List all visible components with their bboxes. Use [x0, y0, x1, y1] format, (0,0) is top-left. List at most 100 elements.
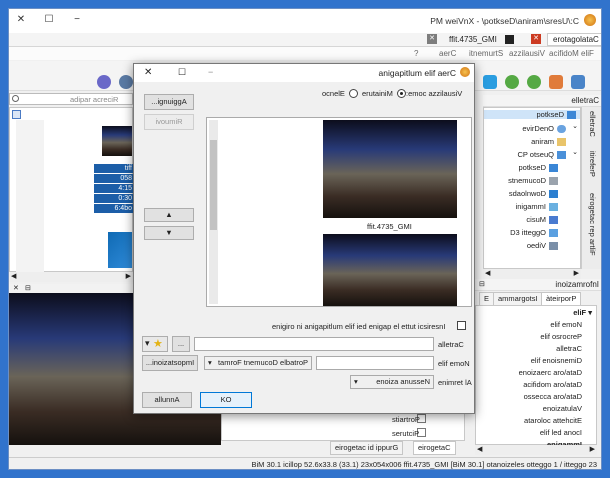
view-mode-icon[interactable] [12, 110, 21, 119]
tab-properties[interactable]: Proprietà [541, 292, 582, 306]
side-tab-favorites[interactable]: Preferiti [588, 151, 597, 177]
ok-button[interactable]: OK [200, 392, 252, 408]
remove-button[interactable]: Rimuovi [144, 114, 194, 130]
scroll-left-icon[interactable]: ◀ [477, 445, 482, 453]
prop-folder: Cartella [556, 344, 582, 353]
properties-section-title: File ▾ [573, 308, 592, 317]
help-icon[interactable] [97, 75, 111, 89]
dialog-minimize-icon[interactable]: − [208, 67, 213, 77]
prop-size: Dimensione file [530, 356, 582, 365]
menu-help[interactable]: ? [414, 49, 418, 58]
prop-accessed: Data/ora accesso [523, 392, 582, 401]
app-logo-icon [460, 67, 470, 77]
file-list[interactable]: IMG_5374.tiff [206, 117, 472, 307]
tab-close-icon[interactable]: ✕ [531, 34, 541, 44]
file-thumbnail[interactable] [323, 234, 457, 306]
menu-file[interactable]: File [581, 49, 594, 58]
music-icon [549, 216, 558, 225]
tab-close-icon[interactable]: ✕ [427, 34, 437, 44]
format-select[interactable]: ▾ Portable Document Format [204, 356, 312, 370]
cancel-button[interactable]: Annulla [142, 392, 192, 408]
folder-item-immagini[interactable]: Immagini [516, 202, 558, 212]
at-end-select[interactable]: ▾ Nessuna azione [350, 375, 434, 389]
info-scrollbar[interactable]: ◀ ▶ [475, 445, 597, 455]
scroll-right-icon[interactable]: ▶ [590, 445, 595, 453]
scroll-left-icon[interactable]: ◀ [11, 272, 16, 280]
info-pin-icon[interactable]: ⊟ [479, 280, 485, 288]
settings-button[interactable]: Impostazioni... [142, 355, 198, 371]
tab-image[interactable]: IMG_5374.tiff [449, 35, 497, 44]
browse-button[interactable]: ... [172, 336, 190, 352]
thumb-tag: 0:30 [94, 194, 134, 203]
rotate-right-icon[interactable] [527, 75, 541, 89]
refresh-icon[interactable] [571, 75, 585, 89]
share-icon[interactable] [483, 75, 497, 89]
dialog-close-icon[interactable]: ✕ [144, 67, 152, 78]
file-list-scrollbar[interactable] [209, 120, 218, 304]
folder-item-marina[interactable]: marina [531, 137, 566, 147]
tab-category-groups[interactable]: Gruppi di categorie [330, 441, 404, 455]
maximize-icon[interactable]: ☐ [41, 13, 57, 27]
folder-item-video[interactable]: Video [527, 241, 558, 251]
preview-close-icon[interactable]: ✕ [13, 284, 19, 292]
window-title: C:\Users\marina\Desktop\ - XnView MP [430, 16, 579, 26]
menu-create[interactable]: Crea [439, 49, 456, 58]
picture-icon [549, 203, 558, 212]
folder-item-downloads[interactable]: Downloads [509, 189, 558, 199]
side-tab-folders[interactable]: Cartelle [588, 111, 597, 137]
preview-pin-icon[interactable]: ⊟ [25, 284, 31, 292]
tab-e[interactable]: E [479, 292, 495, 306]
filename-field[interactable] [316, 356, 434, 370]
filename-label: Nome file [438, 359, 470, 368]
move-down-button[interactable]: ▼ [144, 226, 194, 240]
folders-scrollbar[interactable]: ◀ ▶ [483, 269, 581, 279]
folder-item-music[interactable]: Music [526, 215, 558, 225]
radio-list[interactable] [349, 89, 358, 98]
close-icon[interactable]: ✕ [13, 13, 29, 27]
folder-field[interactable] [194, 337, 434, 351]
expand-chevron-icon[interactable]: ⌄ [572, 148, 578, 156]
dialog-title: Crea file multipagina [378, 68, 456, 78]
tab-categories[interactable]: Categorie [413, 441, 456, 455]
thumbnail-image[interactable] [102, 126, 132, 156]
cube-icon [549, 229, 558, 238]
side-tab-filter-categories[interactable]: Filtra per categorie [588, 193, 597, 256]
document-icon [549, 177, 558, 186]
dialog-maximize-icon[interactable]: ☐ [178, 67, 186, 78]
favorite-folder-button[interactable]: ▾ ★ [142, 336, 168, 352]
edit-icon[interactable] [549, 75, 563, 89]
horizontal-scrollbar[interactable]: ◀ ▶ [9, 272, 133, 282]
scroll-right-icon[interactable]: ▶ [126, 272, 131, 280]
tab-histogram[interactable]: Istogramma [493, 292, 543, 306]
prop-name: Nome file [550, 320, 582, 329]
desktop-icon [567, 111, 576, 120]
file-thumbnail[interactable] [323, 120, 457, 218]
folder-tree: Desktop OneDrive marina Questo PC Deskto… [483, 107, 581, 269]
insert-all-checkbox[interactable] [457, 321, 466, 330]
menu-edit[interactable]: Modifica [549, 49, 579, 58]
expand-chevron-icon[interactable]: ⌄ [572, 122, 578, 130]
radio-miniature[interactable] [397, 89, 406, 98]
tab-catalogatore[interactable]: Catalogatore [547, 33, 601, 46]
prop-rating: Valutazione [542, 404, 582, 413]
folder-item-onedrive[interactable]: OneDrive [522, 124, 566, 134]
move-up-button[interactable]: ▲ [144, 208, 194, 222]
minimize-icon[interactable]: − [69, 13, 85, 27]
folder-item-3d-objects[interactable]: Oggetti 3D [510, 228, 558, 238]
folder-item-desktop-2[interactable]: Desktop [518, 163, 558, 173]
folder-item-documents[interactable]: Documents [508, 176, 558, 186]
folder-item-desktop[interactable]: Desktop [484, 110, 580, 120]
settings-icon[interactable] [119, 75, 133, 89]
rotate-left-icon[interactable] [505, 75, 519, 89]
image-tab-icon [505, 35, 514, 44]
scroll-right-icon[interactable]: ▶ [574, 269, 579, 277]
thumbnail-image[interactable] [108, 232, 132, 268]
menu-tools[interactable]: Strumenti [469, 49, 503, 58]
menu-view[interactable]: Visualizza [509, 49, 545, 58]
search-input[interactable]: Ricerca rapida [9, 93, 133, 105]
add-button[interactable]: Aggiungi... [144, 94, 194, 110]
folder-item-this-pc[interactable]: Questo PC [517, 150, 566, 160]
star-icon: ★ [153, 338, 163, 350]
radio-miniature-label: Miniature [362, 89, 393, 98]
scroll-left-icon[interactable]: ◀ [485, 269, 490, 277]
